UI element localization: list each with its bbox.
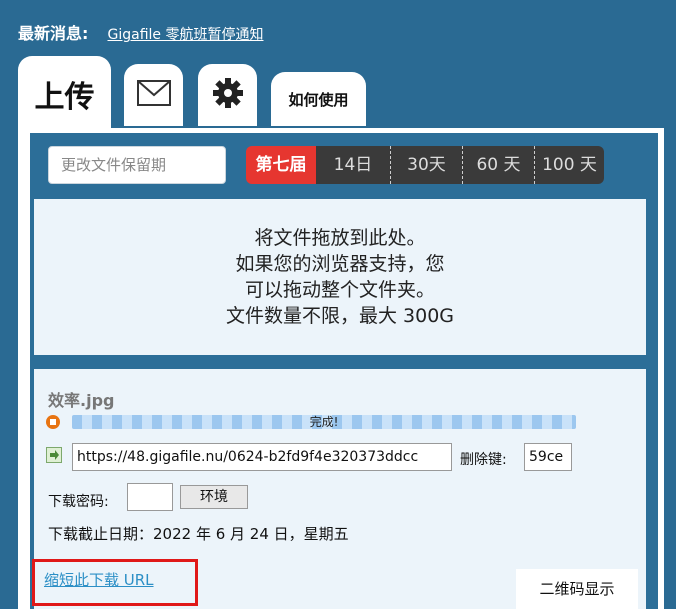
tab-upload[interactable]: 上传 <box>18 56 111 132</box>
period-option-0[interactable]: 第七届 <box>246 146 316 184</box>
gear-icon <box>212 77 244 113</box>
tab-mail[interactable] <box>124 64 183 126</box>
copy-link-icon[interactable] <box>46 447 62 463</box>
tab-help[interactable]: 如何使用 <box>271 72 366 126</box>
news-link[interactable]: Gigafile 零航班暂停通知 <box>108 27 264 43</box>
dropzone-line: 文件数量不限，最大 300G <box>225 305 455 327</box>
env-button[interactable]: 环境 <box>180 485 248 509</box>
retention-input[interactable]: 更改文件保留期 <box>48 146 226 184</box>
retention-period-group: 第七届 14日 30天 60 天 100 天 <box>246 146 604 184</box>
progress-status: 完成! <box>309 415 339 429</box>
dropzone-line: 将文件拖放到此处。 <box>254 227 426 249</box>
news-bar: 最新消息: Gigafile 零航班暂停通知 <box>18 20 263 44</box>
period-option-2[interactable]: 30天 <box>390 146 462 184</box>
period-option-4[interactable]: 100 天 <box>534 146 604 184</box>
file-card: 效率.jpg 完成! https://48.gigafile.nu/0624-b… <box>32 369 646 609</box>
password-label: 下载密码: <box>48 494 109 510</box>
delete-key-field[interactable]: 59ce <box>524 443 572 471</box>
password-field[interactable] <box>127 483 173 511</box>
download-deadline: 下载截止日期：2022 年 6 月 24 日，星期五 <box>48 525 349 543</box>
mail-icon <box>136 80 171 110</box>
shorten-url-link[interactable]: 缩短此下载 URL <box>44 569 154 590</box>
dropzone-line: 可以拖动整个文件夹。 <box>244 279 435 301</box>
news-label: 最新消息: <box>18 24 89 43</box>
file-name: 效率.jpg <box>48 391 115 410</box>
upload-panel: 更改文件保留期 第七届 14日 30天 60 天 100 天 将文件拖放到此处。… <box>18 128 664 609</box>
period-option-3[interactable]: 60 天 <box>462 146 534 184</box>
drop-zone[interactable]: 将文件拖放到此处。 如果您的浏览器支持，您 可以拖动整个文件夹。 文件数量不限，… <box>34 199 646 355</box>
download-url-field[interactable]: https://48.gigafile.nu/0624-b2fd9f4e3203… <box>72 443 452 471</box>
qr-code-button[interactable]: 二维码显示 <box>516 569 638 609</box>
upload-panel-inner: 更改文件保留期 第七届 14日 30天 60 天 100 天 将文件拖放到此处。… <box>30 133 658 609</box>
delete-key-label: 删除键: <box>460 452 507 468</box>
period-option-1[interactable]: 14日 <box>316 146 390 184</box>
tab-settings[interactable] <box>198 64 257 126</box>
dropzone-line: 如果您的浏览器支持，您 <box>235 253 445 275</box>
progress-bar: 完成! <box>72 415 576 429</box>
stop-icon[interactable] <box>46 415 60 429</box>
